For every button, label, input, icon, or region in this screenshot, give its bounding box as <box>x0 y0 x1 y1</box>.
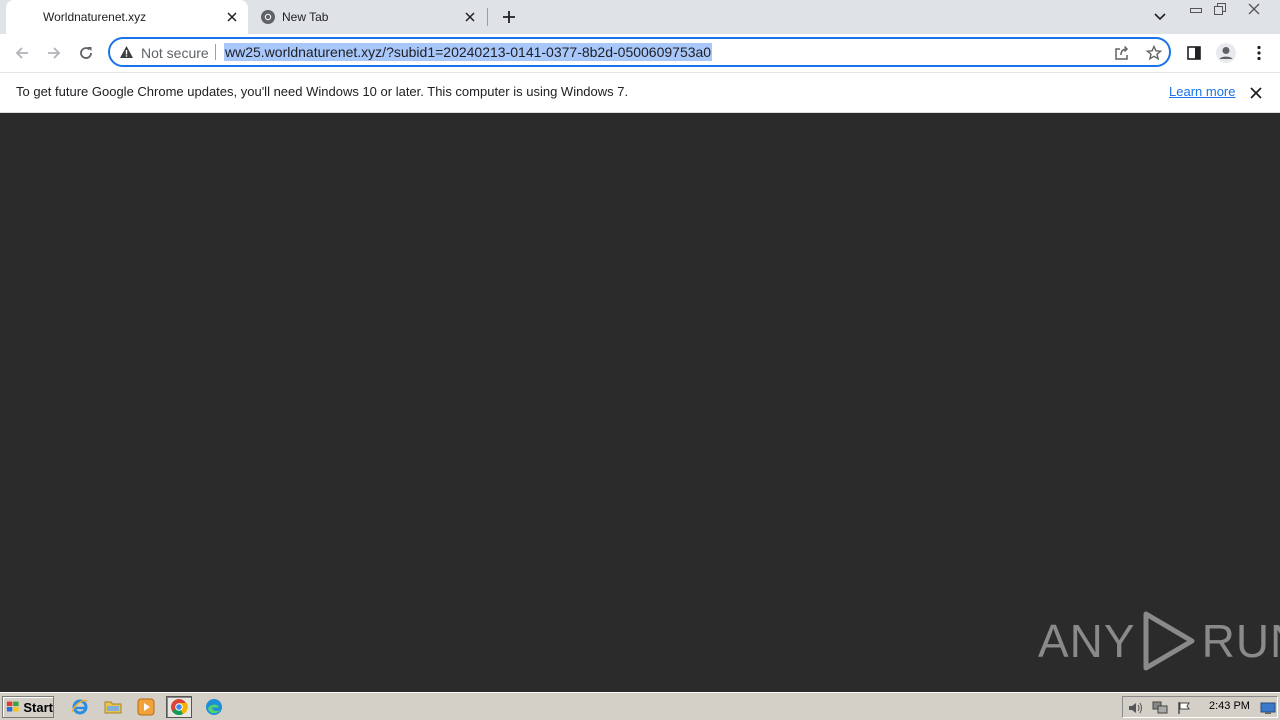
learn-more-link[interactable]: Learn more <box>1169 84 1235 99</box>
toolbar: Not secure ww25.worldnaturenet.xyz/?subi… <box>0 34 1280 72</box>
minimize-icon <box>1190 8 1202 13</box>
close-window-button[interactable] <box>1243 1 1265 17</box>
speaker-icon[interactable] <box>1128 700 1144 716</box>
tab-worldnaturenet[interactable]: Worldnaturenet.xyz <box>6 0 248 34</box>
address-bar[interactable]: Not secure ww25.worldnaturenet.xyz/?subi… <box>108 37 1171 67</box>
arrow-right-icon <box>48 47 61 59</box>
clock[interactable]: 2:43 PM <box>1209 700 1250 712</box>
warning-icon[interactable] <box>119 45 134 59</box>
page-content: ANY RUN <box>0 113 1280 692</box>
tab-close-icon[interactable] <box>224 9 240 25</box>
omnibox-separator <box>215 44 216 60</box>
start-button[interactable]: Start <box>2 696 54 718</box>
back-button[interactable] <box>10 41 34 65</box>
bookmark-star-icon[interactable] <box>1144 43 1164 63</box>
menu-button[interactable] <box>1247 41 1271 65</box>
restore-icon <box>1214 3 1226 15</box>
internet-explorer-icon[interactable] <box>67 696 93 718</box>
security-status[interactable]: Not secure <box>141 45 209 61</box>
new-tab-button[interactable] <box>498 6 520 28</box>
infobar-close-icon[interactable] <box>1247 84 1265 102</box>
minimize-button[interactable] <box>1185 1 1207 17</box>
forward-button[interactable] <box>42 41 66 65</box>
file-explorer-icon[interactable] <box>100 696 126 718</box>
avatar-icon <box>1216 43 1236 63</box>
media-player-icon[interactable] <box>133 696 159 718</box>
show-desktop-icon[interactable] <box>1260 700 1276 716</box>
action-center-flag-icon[interactable] <box>1176 700 1192 716</box>
windows-taskbar: Start 2:43 PM <box>0 692 1280 720</box>
plus-icon <box>503 11 515 23</box>
side-panel-button[interactable] <box>1182 41 1206 65</box>
tab-separator <box>487 8 488 26</box>
update-infobar: To get future Google Chrome updates, you… <box>0 72 1280 113</box>
windows-flag-icon <box>6 701 19 712</box>
arrow-left-icon <box>15 47 28 59</box>
kebab-menu-icon <box>1257 45 1261 61</box>
side-panel-icon <box>1187 46 1201 60</box>
restore-button[interactable] <box>1209 1 1231 17</box>
reload-icon <box>80 47 92 59</box>
share-icon[interactable] <box>1112 43 1132 63</box>
chevron-down-icon <box>1154 13 1166 21</box>
tab-strip: Worldnaturenet.xyz New Tab <box>0 0 1280 34</box>
chrome-favicon-icon <box>260 9 276 25</box>
profile-button[interactable] <box>1214 41 1238 65</box>
tab-title: Worldnaturenet.xyz <box>43 10 147 24</box>
system-tray: 2:43 PM <box>1122 696 1278 718</box>
start-label: Start <box>23 699 53 715</box>
edge-icon[interactable] <box>201 696 227 718</box>
tab-close-icon[interactable] <box>462 9 478 25</box>
anyrun-watermark: ANY RUN <box>1038 608 1280 674</box>
watermark-text-right: RUN <box>1201 615 1280 667</box>
tab-search-button[interactable] <box>1150 7 1170 27</box>
play-logo-icon <box>1140 610 1198 672</box>
network-icon[interactable] <box>1152 700 1168 716</box>
watermark-text-left: ANY <box>1038 615 1136 667</box>
close-icon <box>1248 3 1260 15</box>
tab-title: New Tab <box>282 10 329 24</box>
chrome-icon[interactable] <box>166 696 192 718</box>
url-text[interactable]: ww25.worldnaturenet.xyz/?subid1=20240213… <box>224 43 713 61</box>
tab-new-tab[interactable]: New Tab <box>250 0 486 34</box>
reload-button[interactable] <box>74 41 98 65</box>
infobar-message: To get future Google Chrome updates, you… <box>16 84 629 99</box>
